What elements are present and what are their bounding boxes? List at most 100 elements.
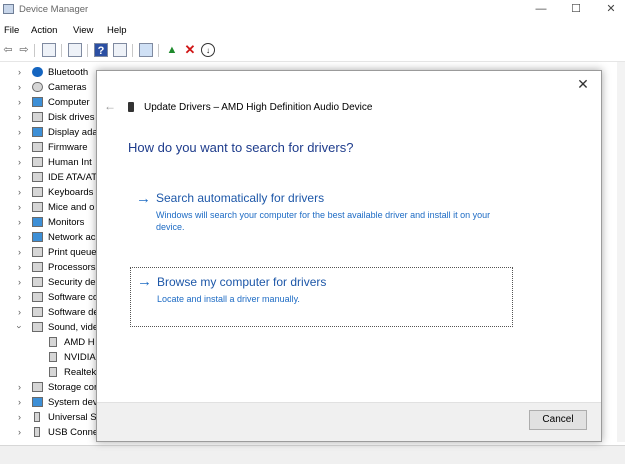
chevron-right-icon[interactable]: ›	[18, 82, 21, 92]
camera-icon	[32, 82, 43, 92]
chevron-right-icon[interactable]: ›	[18, 112, 21, 122]
tree-item-expanded[interactable]: › Sound, vide	[0, 321, 100, 335]
tree-item[interactable]: › Software de	[0, 306, 100, 320]
menu-view[interactable]: View	[73, 25, 93, 36]
tree-item[interactable]: › Universal S	[0, 411, 100, 425]
chevron-right-icon[interactable]: ›	[18, 382, 21, 392]
tree-item[interactable]: › Print queue	[0, 246, 100, 260]
processor-icon	[32, 262, 43, 272]
tree-item[interactable]: › Disk drives	[0, 111, 100, 125]
search-automatically-option[interactable]: → Search automatically for drivers Windo…	[130, 188, 513, 236]
tree-item[interactable]: › Human Int	[0, 156, 100, 170]
chevron-right-icon[interactable]: ›	[18, 217, 21, 227]
dialog-question: How do you want to search for drivers?	[128, 140, 354, 155]
dialog-footer: Cancel	[97, 402, 601, 441]
help-icon[interactable]: ?	[94, 43, 108, 57]
tree-item[interactable]: › System dev	[0, 396, 100, 410]
tree-item[interactable]: › Security de	[0, 276, 100, 290]
tree-item[interactable]: › Software co	[0, 291, 100, 305]
monitor-icon	[32, 217, 43, 227]
display-adapter-icon	[32, 127, 43, 137]
tree-item[interactable]: › Display ada	[0, 126, 100, 140]
tree-item[interactable]: › Storage cor	[0, 381, 100, 395]
tree-item[interactable]: › IDE ATA/AT	[0, 171, 100, 185]
audio-device-icon	[128, 102, 134, 112]
chevron-right-icon[interactable]: ›	[18, 247, 21, 257]
chevron-right-icon[interactable]: ›	[18, 142, 21, 152]
tree-item[interactable]: › Monitors	[0, 216, 100, 230]
back-arrow-icon[interactable]: ←	[104, 99, 116, 113]
chevron-right-icon[interactable]: ›	[18, 67, 21, 77]
tree-item[interactable]: › Keyboards	[0, 186, 100, 200]
cancel-button[interactable]: Cancel	[529, 410, 587, 430]
chevron-right-icon[interactable]: ›	[18, 97, 21, 107]
chevron-right-icon[interactable]: ›	[18, 232, 21, 242]
show-list-icon[interactable]	[68, 43, 82, 57]
storage-controller-icon	[32, 382, 43, 392]
back-icon[interactable]: ⇦	[1, 43, 15, 57]
chevron-right-icon[interactable]: ›	[18, 157, 21, 167]
tree-item[interactable]: › Firmware	[0, 141, 100, 155]
option-description: Locate and install a driver manually.	[157, 294, 300, 304]
option-title: Search automatically for drivers	[156, 191, 325, 205]
status-bar	[0, 445, 625, 464]
tree-item[interactable]: › Bluetooth	[0, 66, 100, 80]
arrow-right-icon: →	[137, 273, 152, 290]
menu-action[interactable]: Action	[31, 25, 57, 36]
properties-grid-icon[interactable]	[42, 43, 56, 57]
printer-icon	[32, 247, 43, 257]
chevron-right-icon[interactable]: ›	[18, 307, 21, 317]
toolbar: ⇦ ⇨ ? ▲ ✕ ↓	[0, 41, 625, 62]
security-device-icon	[32, 277, 43, 287]
tree-child-item[interactable]: NVIDIA	[0, 351, 100, 365]
browse-computer-option[interactable]: → Browse my computer for drivers Locate …	[130, 267, 513, 327]
tree-child-item[interactable]: AMD H	[0, 336, 100, 350]
speaker-icon	[32, 322, 43, 332]
system-device-icon	[32, 397, 43, 407]
bluetooth-icon	[32, 67, 43, 77]
software-device-icon	[32, 307, 43, 317]
chevron-right-icon[interactable]: ›	[18, 277, 21, 287]
chevron-right-icon[interactable]: ›	[18, 187, 21, 197]
chevron-right-icon[interactable]: ›	[18, 412, 21, 422]
close-window-button[interactable]: ✕	[594, 0, 625, 20]
monitor-scan-icon[interactable]	[139, 43, 153, 57]
chevron-right-icon[interactable]: ›	[18, 127, 21, 137]
chevron-right-icon[interactable]: ›	[18, 172, 21, 182]
chevron-right-icon[interactable]: ›	[18, 397, 21, 407]
tree-item[interactable]: › Processors	[0, 261, 100, 275]
update-drivers-dialog: ✕ ← Update Drivers – AMD High Definition…	[96, 70, 602, 442]
download-icon[interactable]: ↓	[201, 43, 215, 57]
dialog-title: Update Drivers – AMD High Definition Aud…	[144, 102, 373, 113]
device-manager-icon	[3, 4, 14, 14]
option-title: Browse my computer for drivers	[157, 275, 327, 289]
chevron-right-icon[interactable]: ›	[18, 262, 21, 272]
forward-icon[interactable]: ⇨	[17, 43, 31, 57]
minimize-button[interactable]: —	[524, 0, 558, 20]
title-bar: Device Manager — ☐ ✕	[0, 0, 625, 20]
tree-item[interactable]: › Cameras	[0, 81, 100, 95]
disk-drive-icon	[32, 112, 43, 122]
chevron-right-icon[interactable]: ›	[18, 202, 21, 212]
tree-item[interactable]: › Mice and o	[0, 201, 100, 215]
uninstall-icon[interactable]: ✕	[183, 43, 197, 57]
action-list-icon[interactable]	[113, 43, 127, 57]
menu-file[interactable]: File	[4, 25, 19, 36]
chevron-right-icon[interactable]: ›	[18, 292, 21, 302]
tree-item[interactable]: › Network ac	[0, 231, 100, 245]
chevron-down-icon[interactable]: ›	[15, 326, 25, 329]
tree-item[interactable]: › Computer	[0, 96, 100, 110]
menu-help[interactable]: Help	[107, 25, 127, 36]
update-driver-icon[interactable]: ▲	[165, 43, 179, 57]
chevron-right-icon[interactable]: ›	[18, 427, 21, 437]
tree-child-item[interactable]: Realtek	[0, 366, 100, 380]
scrollbar[interactable]	[617, 62, 625, 442]
audio-device-icon	[49, 337, 57, 347]
software-component-icon	[32, 292, 43, 302]
audio-device-icon	[49, 367, 57, 377]
keyboard-icon	[32, 187, 43, 197]
tree-item[interactable]: › USB Conne	[0, 426, 100, 440]
close-icon[interactable]: ✕	[575, 76, 591, 92]
maximize-button[interactable]: ☐	[559, 0, 593, 20]
usb-icon	[34, 412, 40, 422]
